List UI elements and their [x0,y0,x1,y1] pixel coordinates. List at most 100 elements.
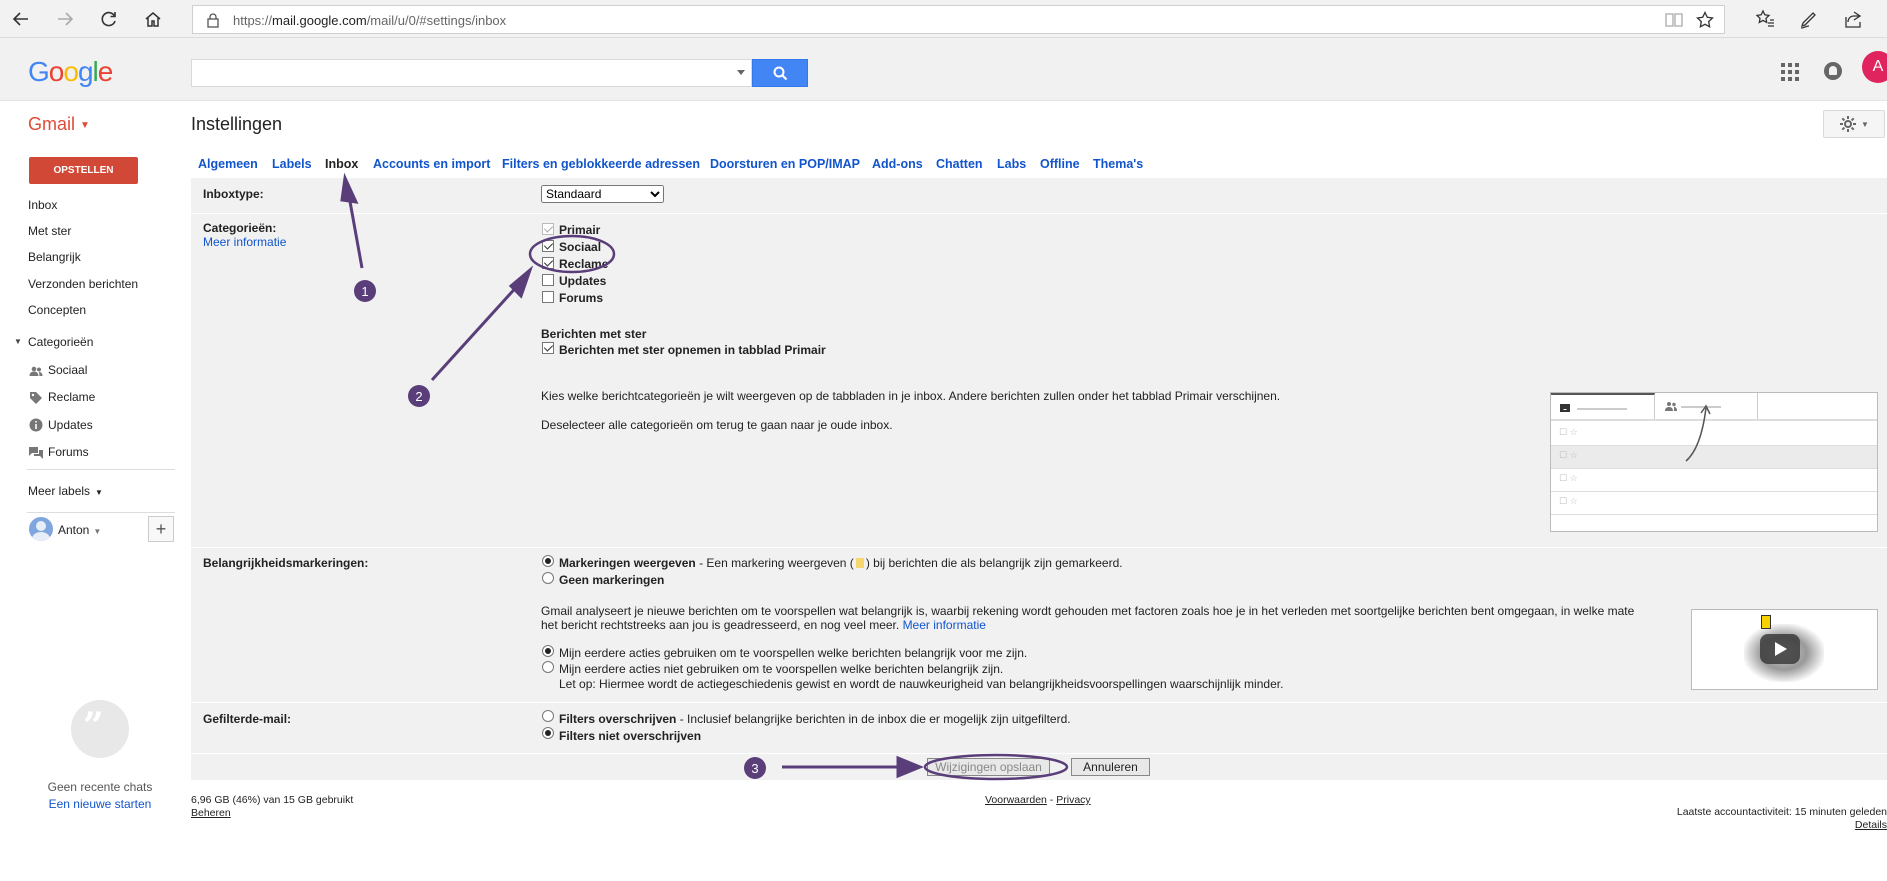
use-past-actions-radio[interactable] [542,645,554,657]
inbox-type-label: Inboxtype: [203,187,264,201]
inbox-type-select[interactable]: Standaard [541,185,664,203]
importance-none-radio[interactable] [542,572,554,584]
search-input[interactable] [191,59,752,87]
categories-expand-icon[interactable]: ▼ [14,337,22,346]
search-button[interactable] [752,59,808,87]
tab-labels[interactable]: Labels [272,157,312,171]
importance-marker-icon [1761,615,1771,629]
sidebar-item-drafts[interactable]: Concepten [28,303,86,317]
storage-text: 6,96 GB (46%) van 15 GB gebruikt [191,794,354,806]
start-new-chat-link[interactable]: Een nieuwe starten [0,797,200,811]
compose-button[interactable]: OPSTELLEN [29,157,138,184]
importance-marker-icon [855,558,864,568]
reading-view-icon[interactable] [1664,12,1684,31]
tab-labs[interactable]: Labs [997,157,1026,171]
annotation-badge-2: 2 [408,385,430,407]
settings-gear-button[interactable]: ▼ [1823,110,1885,138]
category-promotions-checkbox[interactable] [542,257,554,269]
preview-row-checkbox-icon: ☐ ☆ [1559,473,1578,483]
gmail-menu[interactable]: Gmail ▼ [28,114,90,135]
filter-no-override-radio[interactable] [542,727,554,739]
preview-primary-tab [1551,393,1655,419]
importance-none-label: Geen markeringen [559,573,665,587]
no-past-actions-label: Mijn eerdere acties niet gebruiken om te… [559,662,1004,676]
filter-override-radio[interactable] [542,710,554,722]
play-button-icon[interactable] [1760,634,1800,664]
google-logo[interactable]: Google [28,56,113,88]
starred-primary-checkbox[interactable] [542,342,554,354]
sidebar-divider [27,512,175,513]
account-activity: Laatste accountactiviteit: 15 minuten ge… [1677,806,1887,832]
category-updates-checkbox[interactable] [542,274,554,286]
categories-more-info-link[interactable]: Meer informatie [203,235,286,249]
sidebar-item-inbox[interactable]: Inbox [28,198,57,212]
category-promotions-label: Reclame [559,257,609,271]
no-past-actions-radio[interactable] [542,661,554,673]
starred-heading: Berichten met ster [541,327,647,341]
notifications-icon[interactable] [1824,62,1842,80]
hangouts-user[interactable]: Anton ▼ [58,523,101,537]
sidebar-categories[interactable]: Categorieën [28,335,93,349]
favorite-star-icon[interactable] [1696,10,1714,32]
category-updates-label: Updates [559,274,607,288]
filtered-mail-label: Gefilterde-mail: [203,712,292,726]
annotation-badge-3: 3 [744,757,766,779]
forward-arrow-icon[interactable] [52,6,78,32]
use-past-actions-label: Mijn eerdere acties gebruiken om te voor… [559,646,1028,660]
sidebar-item-starred[interactable]: Met ster [28,224,71,238]
pen-icon[interactable] [1796,6,1822,32]
tab-forwarding[interactable]: Doorsturen en POP/IMAP [710,157,860,171]
tab-inbox[interactable]: Inbox [325,157,358,171]
user-avatar[interactable] [29,517,53,541]
sidebar-category-promotions[interactable]: Reclame [48,390,95,404]
back-arrow-icon[interactable] [8,6,34,32]
manage-storage-link[interactable]: Beheren [191,807,353,820]
sidebar-item-important[interactable]: Belangrijk [28,250,81,264]
favorites-list-icon[interactable] [1752,6,1778,32]
importance-description-2: het bericht rechtstreeks aan jou is gead… [541,618,986,632]
terms-link[interactable]: Voorwaarden [985,794,1047,806]
details-link[interactable]: Details [1677,819,1887,832]
tab-themes[interactable]: Thema's [1093,157,1143,171]
tab-chat[interactable]: Chatten [936,157,983,171]
address-bar[interactable]: https://mail.google.com/mail/u/0/#settin… [192,5,1725,34]
search-options-icon[interactable] [737,70,745,75]
save-changes-button[interactable]: Wijzigingen opslaan [927,758,1050,776]
sidebar-category-social[interactable]: Sociaal [48,363,87,377]
gmail-label-text: Gmail [28,114,76,134]
preview-row-checkbox-icon: ☐ ☆ [1559,496,1578,506]
category-forums-label: Forums [559,291,604,305]
sidebar-category-updates[interactable]: Updates [48,418,93,432]
more-labels[interactable]: Meer labels ▼ [28,484,103,498]
importance-show-radio[interactable] [542,555,554,567]
social-icon [29,364,43,378]
refresh-icon[interactable] [96,6,122,32]
footer-links: Voorwaarden - Privacy [985,794,1091,806]
account-avatar[interactable]: A [1862,51,1887,83]
category-forums-checkbox[interactable] [542,291,554,303]
importance-more-info-link[interactable]: Meer informatie [903,618,986,632]
tab-offline[interactable]: Offline [1040,157,1080,171]
tab-filters[interactable]: Filters en geblokkeerde adressen [502,157,700,171]
category-primary-label: Primair [559,223,601,237]
no-past-actions-note: Let op: Hiermee wordt de actiegeschieden… [559,677,1284,691]
tab-accounts[interactable]: Accounts en import [373,157,490,171]
category-social-checkbox[interactable] [542,240,554,252]
cancel-button[interactable]: Annuleren [1071,758,1150,776]
new-chat-add-icon[interactable]: + [148,516,174,542]
gear-dropdown-icon: ▼ [1861,119,1869,129]
starred-primary-label: Berichten met ster opnemen in tabblad Pr… [559,343,826,357]
share-icon[interactable] [1840,6,1866,32]
importance-video-thumbnail[interactable] [1691,609,1878,690]
privacy-link[interactable]: Privacy [1056,794,1090,806]
home-icon[interactable] [140,6,166,32]
row-separator [191,702,1887,703]
tab-general[interactable]: Algemeen [198,157,258,171]
preview-arrow-icon [1685,404,1711,462]
sidebar-category-forums[interactable]: Forums [48,445,89,459]
sidebar-item-sent[interactable]: Verzonden berichten [28,277,138,291]
apps-grid-icon[interactable] [1781,63,1799,84]
footer-separator: - [1046,794,1057,806]
tab-addons[interactable]: Add-ons [872,157,923,171]
category-social-label: Sociaal [559,240,602,254]
